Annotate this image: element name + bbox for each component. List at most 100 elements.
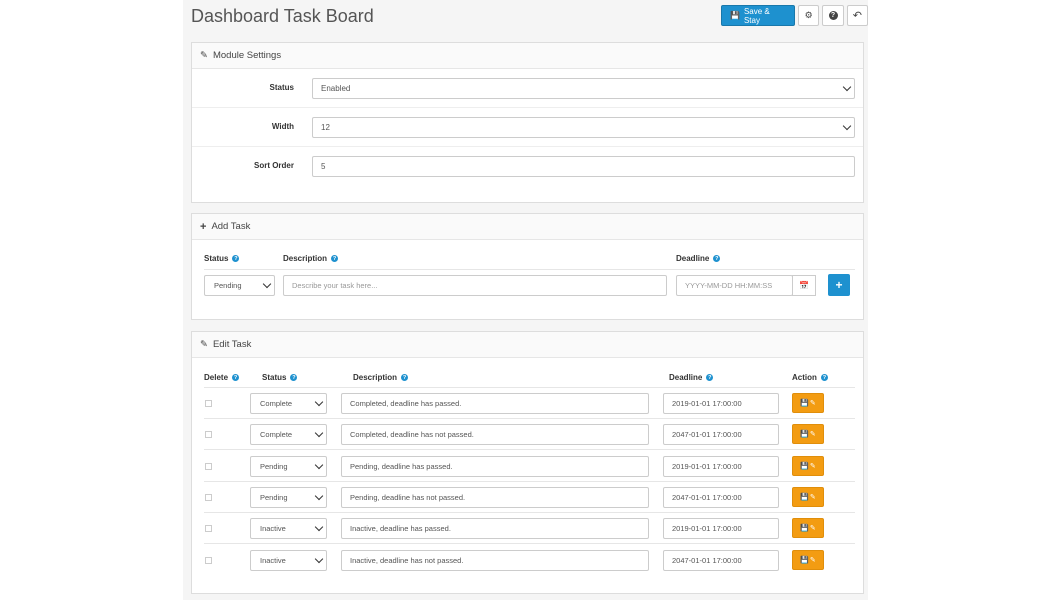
question-icon[interactable]: ? — [820, 374, 828, 381]
add-status-header-label: Status — [204, 254, 229, 263]
add-deadline-input[interactable]: YYYY-MM-DD HH:MM:SS — [676, 275, 793, 296]
floppy-disk-icon: 💾 — [800, 462, 809, 470]
row-description-input[interactable]: Pending, deadline has passed. — [341, 455, 649, 477]
question-icon[interactable]: ? — [290, 374, 298, 381]
reply-arrow-icon: ↶ — [852, 10, 862, 22]
gear-icon: ⚙ — [804, 10, 813, 20]
add-description-header: Description? — [283, 254, 339, 263]
floppy-disk-icon: 💾 — [800, 525, 809, 533]
row-divider — [204, 418, 855, 419]
add-status-value: Pending — [214, 281, 242, 290]
delete-checkbox[interactable] — [205, 525, 212, 533]
add-task-heading: + Add Task — [192, 214, 863, 240]
row-description-input[interactable]: Pending, deadline has not passed. — [341, 486, 649, 508]
question-icon[interactable]: ? — [713, 255, 721, 262]
add-description-placeholder: Describe your task here... — [292, 281, 378, 290]
question-icon[interactable]: ? — [232, 255, 240, 262]
calendar-icon: 📅 — [799, 281, 809, 290]
add-deadline-header: Deadline? — [676, 254, 721, 263]
save-row-button[interactable]: 💾 ✎ — [792, 393, 824, 413]
edit-icon: ✎ — [809, 462, 816, 470]
row-status-select[interactable]: Pending — [250, 486, 327, 508]
edit-icon: ✎ — [809, 400, 816, 407]
sort-order-label: Sort Order — [253, 161, 294, 170]
row-description-value: Inactive, deadline has not passed. — [350, 555, 464, 565]
back-button[interactable]: ↶ — [846, 5, 869, 26]
save-and-stay-label: Save & Stay — [743, 6, 770, 25]
row-status-select[interactable]: Complete — [250, 393, 327, 414]
row-status-select[interactable]: Pending — [250, 455, 327, 477]
row-deadline-input[interactable]: 2019-01-01 17:00:00 — [663, 393, 779, 414]
row-deadline-input[interactable]: 2047-01-01 17:00:00 — [663, 486, 779, 508]
add-task-button[interactable]: + — [828, 274, 850, 296]
save-row-button[interactable]: 💾 ✎ — [792, 486, 824, 507]
action-column-label: Action — [792, 373, 817, 382]
width-select[interactable]: 12 — [312, 117, 855, 138]
delete-column-label: Delete — [204, 373, 229, 382]
delete-checkbox[interactable] — [205, 462, 212, 470]
save-row-button[interactable]: 💾 ✎ — [792, 518, 824, 539]
row-deadline-input[interactable]: 2047-01-01 17:00:00 — [663, 549, 779, 571]
floppy-disk-icon: 💾 — [800, 493, 809, 501]
divider — [204, 269, 855, 270]
calendar-button[interactable]: 📅 — [792, 275, 816, 296]
row-description-input[interactable]: Completed, deadline has not passed. — [341, 424, 649, 446]
description-column-label: Description — [353, 373, 398, 382]
edit-icon: ✎ — [809, 556, 816, 564]
row-description-input[interactable]: Inactive, deadline has passed. — [341, 518, 649, 540]
row-deadline-value: 2047-01-01 17:00:00 — [672, 492, 742, 502]
page-title: Dashboard Task Board — [191, 6, 374, 26]
row-description-value: Pending, deadline has not passed. — [350, 492, 466, 502]
row-description-value: Completed, deadline has not passed. — [350, 430, 474, 440]
edit-icon: ✎ — [809, 493, 816, 501]
row-status-value: Complete — [260, 399, 293, 408]
delete-checkbox[interactable] — [205, 400, 212, 407]
status-column-header: Status? — [262, 373, 298, 382]
row-deadline-value: 2019-01-01 17:00:00 — [672, 461, 742, 471]
row-description-input[interactable]: Inactive, deadline has not passed. — [341, 549, 649, 571]
row-deadline-input[interactable]: 2019-01-01 17:00:00 — [663, 455, 779, 477]
row-status-select[interactable]: Inactive — [250, 518, 327, 540]
row-status-value: Inactive — [260, 524, 286, 534]
settings-button[interactable]: ⚙ — [798, 5, 820, 26]
sort-order-value: 5 — [321, 162, 326, 171]
question-icon[interactable]: ? — [232, 374, 240, 381]
help-button[interactable]: ? — [822, 5, 844, 26]
delete-checkbox[interactable] — [205, 556, 212, 564]
floppy-disk-icon: 💾 — [800, 431, 809, 439]
save-and-stay-button[interactable]: 💾 Save & Stay — [721, 5, 796, 26]
add-status-header: Status? — [204, 254, 240, 263]
status-label: Status — [269, 83, 294, 92]
page-background: Dashboard Task Board 💾 Save & Stay ⚙ ? ↶… — [183, 0, 869, 600]
row-status-select[interactable]: Inactive — [250, 549, 327, 571]
save-row-button[interactable]: 💾 ✎ — [792, 549, 824, 570]
plus-icon: + — [200, 220, 207, 233]
row-deadline-input[interactable]: 2019-01-01 17:00:00 — [663, 518, 779, 540]
pencil-icon: ✎ — [200, 339, 208, 350]
row-deadline-input[interactable]: 2047-01-01 17:00:00 — [663, 424, 779, 446]
save-row-button[interactable]: 💾 ✎ — [792, 455, 824, 476]
delete-checkbox[interactable] — [205, 431, 212, 439]
sort-order-form-row: Sort Order 5 — [192, 147, 863, 186]
status-select[interactable]: Enabled — [312, 78, 855, 99]
question-icon[interactable]: ? — [331, 255, 339, 262]
row-status-select[interactable]: Complete — [250, 424, 327, 446]
add-deadline-header-label: Deadline — [676, 254, 710, 263]
row-description-value: Inactive, deadline has passed. — [350, 524, 451, 534]
row-description-value: Pending, deadline has passed. — [350, 461, 453, 471]
add-description-input[interactable]: Describe your task here... — [283, 275, 667, 296]
delete-column-header: Delete? — [204, 373, 240, 382]
width-select-value: 12 — [321, 123, 330, 132]
question-icon[interactable]: ? — [706, 374, 714, 381]
add-status-select[interactable]: Pending — [204, 275, 275, 296]
width-form-row: Width 12 — [192, 108, 863, 147]
delete-checkbox[interactable] — [205, 493, 212, 501]
chevron-down-icon — [314, 460, 324, 469]
question-icon[interactable]: ? — [401, 374, 409, 381]
save-row-button[interactable]: 💾 ✎ — [792, 424, 824, 445]
row-divider — [204, 480, 855, 482]
row-divider — [204, 511, 855, 513]
sort-order-input[interactable]: 5 — [312, 156, 855, 177]
row-status-value: Inactive — [260, 555, 286, 565]
row-description-input[interactable]: Completed, deadline has passed. — [341, 393, 649, 414]
